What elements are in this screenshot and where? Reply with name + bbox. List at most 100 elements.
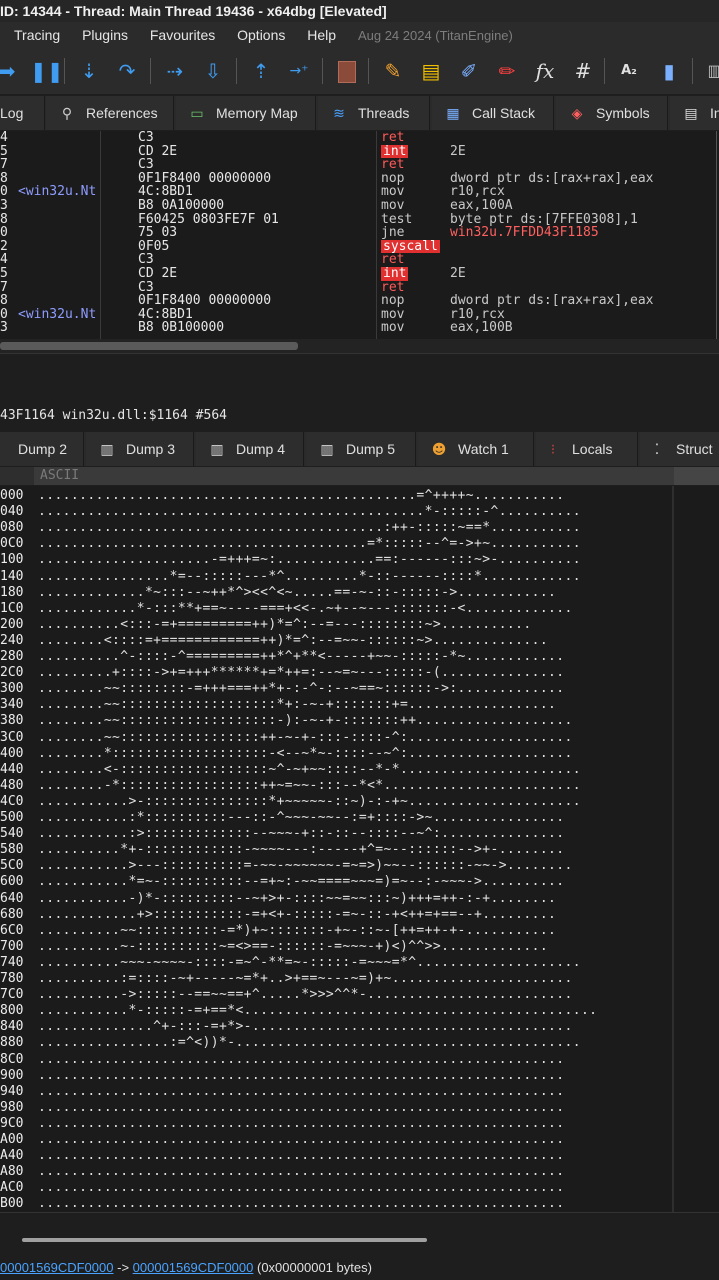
dump-row[interactable]: A80.....................................… bbox=[0, 1164, 719, 1180]
dump-row[interactable]: 500 ...........:*::::::::::---::-^~~~-~~-… bbox=[0, 810, 719, 826]
tab-dump-5[interactable]: ▥ Dump 5 bbox=[306, 432, 416, 466]
dump-row[interactable]: 980.....................................… bbox=[0, 1100, 719, 1116]
disasm-row[interactable]: 2 0F05 syscall bbox=[0, 240, 719, 254]
dump-row[interactable]: 400 ........*:::::::::::::::::::-<--~*~-:… bbox=[0, 746, 719, 762]
dump-row[interactable]: 3C0 ........~~:::::::::::::::::++-~-+-:::… bbox=[0, 730, 719, 746]
dump-row[interactable]: 840 ..............^+-:::-=+*>-...........… bbox=[0, 1019, 719, 1035]
dump-row[interactable]: 380 ........~~:::::::::::::::::::-):-~-+-… bbox=[0, 713, 719, 729]
step-over-icon[interactable]: ↷ bbox=[114, 58, 140, 84]
disasm-row[interactable]: 8 0F1F8400 00000000 nop dword ptr ds:[rax+r… bbox=[0, 294, 719, 308]
disasm-row[interactable]: 8 0F1F8400 00000000 nop dword ptr ds:[rax+r… bbox=[0, 172, 719, 186]
dump-row[interactable]: 200 ..........<:::-=+=========++)*=^:--=-… bbox=[0, 617, 719, 633]
tab-log[interactable]: Log bbox=[0, 96, 45, 130]
dump-row[interactable]: 100 .....................-=+++=~:........… bbox=[0, 552, 719, 568]
dump-row[interactable]: B00.....................................… bbox=[0, 1196, 719, 1212]
font-icon[interactable]: A₂ bbox=[616, 58, 642, 84]
tab-threads[interactable]: ≋ Threads bbox=[318, 96, 430, 130]
dump-row[interactable]: 680 ............+>:::::::::::-=+<+-:::::-… bbox=[0, 907, 719, 923]
dump-row[interactable]: 780 ..........:=::::-~+-----~=*+..>+==~--… bbox=[0, 971, 719, 987]
tab-memory-map[interactable]: ▭ Memory Map bbox=[176, 96, 316, 130]
disasm-row[interactable]: 4 C3 ret bbox=[0, 131, 719, 145]
dump-row[interactable]: 300 ........~~::::::::-=+++===++*+-:-^-:-… bbox=[0, 681, 719, 697]
disasm-row[interactable]: 0 75 03 jne win32u.7FFDD43F1185 bbox=[0, 226, 719, 240]
dump-row[interactable]: 580 ..........*+-::::::::::::-~~~~---:---… bbox=[0, 842, 719, 858]
menu-plugins[interactable]: Plugins bbox=[82, 22, 128, 48]
dump-row[interactable]: 280 ..........^-::::-^=========++*^+**<--… bbox=[0, 649, 719, 665]
menu-help[interactable]: Help bbox=[307, 22, 336, 48]
disasm-row[interactable]: 5 CD 2E int 2E bbox=[0, 267, 719, 281]
memory-dump-view[interactable]: 000.....................................… bbox=[0, 486, 719, 1212]
function-icon[interactable]: fx bbox=[532, 58, 558, 84]
run-icon[interactable]: ➡ bbox=[0, 58, 20, 84]
tab-references[interactable]: ⚲ References bbox=[46, 96, 174, 130]
disasm-row[interactable]: 4 C3 ret bbox=[0, 253, 719, 267]
tab-dump-4[interactable]: ▥ Dump 4 bbox=[196, 432, 304, 466]
run-to-user-code-icon[interactable]: →⁺ bbox=[286, 58, 312, 84]
scrollbar-thumb[interactable] bbox=[0, 342, 298, 350]
dump-row[interactable]: 740 ..........~~~-~~~~-::::-=~^-**=~-::::… bbox=[0, 955, 719, 971]
dump-row[interactable]: 640 ...........-)*-:::::::::--~+>+-::::~~… bbox=[0, 891, 719, 907]
patch-icon[interactable]: ▤ bbox=[418, 58, 444, 84]
dump-row[interactable]: 600 ...........*=~-::::::::::--=+~:-~~===… bbox=[0, 874, 719, 890]
dump-row[interactable]: 240 ........<::::=+============++)*=^:--=… bbox=[0, 633, 719, 649]
dump-row[interactable]: 080.....................................… bbox=[0, 520, 719, 536]
menu-tracing[interactable]: Tracing bbox=[14, 22, 60, 48]
step-into-icon[interactable]: ⇣ bbox=[76, 58, 102, 84]
dump-row[interactable]: 0C0.....................................… bbox=[0, 536, 719, 552]
dump-row[interactable]: 940.....................................… bbox=[0, 1084, 719, 1100]
disasm-row[interactable]: 5 CD 2E int 2E bbox=[0, 145, 719, 159]
disasm-row[interactable]: 0 <win32u.Nt 4C:8BD1 mov r10,rcx bbox=[0, 308, 719, 322]
disassembly-view[interactable]: 4 C3 ret 5 CD 2E int 2E 7 C3 ret 8 0F1F8400 0000000… bbox=[0, 131, 719, 339]
dump-row[interactable]: 800 ...........*-:::::-=+==*<............… bbox=[0, 1003, 719, 1019]
hash-icon[interactable]: # bbox=[570, 58, 596, 84]
dump-row[interactable]: 8C0.....................................… bbox=[0, 1052, 719, 1068]
dump-row[interactable]: 2C0 .........+::::->+=+++******+=*++=:--~… bbox=[0, 665, 719, 681]
dump-row[interactable]: AC0.....................................… bbox=[0, 1180, 719, 1196]
execute-till-return-icon[interactable]: ⇡ bbox=[248, 58, 274, 84]
tab-locals[interactable]: ⁝ Locals bbox=[536, 432, 638, 466]
dump-row[interactable]: 040.....................................… bbox=[0, 504, 719, 520]
comment-icon[interactable]: ✐ bbox=[456, 58, 482, 84]
tab-info[interactable]: ▤ In bbox=[670, 96, 719, 130]
dump-row[interactable]: 140 ................*=--:::::---*^.......… bbox=[0, 569, 719, 585]
disasm-row[interactable]: 8 F60425 0803FE7F 01 test byte ptr ds:[7FFE… bbox=[0, 213, 719, 227]
dump-row[interactable]: 180 .............*~:::--~++*^><<^<~.....=… bbox=[0, 585, 719, 601]
dump-row[interactable]: 5C0 ...........>---::::::::::=-~~-~~~~~~-… bbox=[0, 858, 719, 874]
tab-struct[interactable]: ⁚ Struct bbox=[640, 432, 719, 466]
tab-dump-2[interactable]: Dump 2 bbox=[0, 432, 84, 466]
label-icon[interactable]: ✏ bbox=[494, 58, 520, 84]
dump-horizontal-scrollbar[interactable] bbox=[0, 1212, 719, 1247]
disasm-row[interactable]: 3 B8 0A100000 mov eax,100A bbox=[0, 199, 719, 213]
dump-row[interactable]: 340 ........~~:::::::::::::::::::*+:-~-+:… bbox=[0, 697, 719, 713]
dump-row[interactable]: 000.....................................… bbox=[0, 488, 719, 504]
disasm-row[interactable]: 7 C3 ret bbox=[0, 158, 719, 172]
dump-row[interactable]: 700 ..........~-::::::::::~=<>==-::::::-=… bbox=[0, 939, 719, 955]
dump-row[interactable]: 480 ........-*:::::::::::::::::++~=~~-:::… bbox=[0, 778, 719, 794]
dump-row[interactable]: A00.....................................… bbox=[0, 1132, 719, 1148]
menu-options[interactable]: Options bbox=[237, 22, 285, 48]
status-to-address[interactable]: 000001569CDF0000 bbox=[133, 1260, 254, 1275]
tab-call-stack[interactable]: ▦ Call Stack bbox=[432, 96, 554, 130]
dump-row[interactable]: 9C0.....................................… bbox=[0, 1116, 719, 1132]
dump-row[interactable]: 1C0 ............*-:::**+==~----===+<<-.~+… bbox=[0, 601, 719, 617]
disasm-row[interactable]: 3 B8 0B100000 mov eax,100B bbox=[0, 321, 719, 335]
dump-row[interactable]: 540 ...........:>:::::::::::::--~~~-+::-:… bbox=[0, 826, 719, 842]
highlight-icon[interactable]: ✎ bbox=[380, 58, 406, 84]
dump-row[interactable]: 7C0 ..........->:::::--==~~==+^.....*>>>^… bbox=[0, 987, 719, 1003]
menu-favourites[interactable]: Favourites bbox=[150, 22, 215, 48]
tab-dump-3[interactable]: ▥ Dump 3 bbox=[86, 432, 194, 466]
dump-row[interactable]: 880 ................:=^<))*-.............… bbox=[0, 1035, 719, 1051]
dump-row[interactable]: 900.....................................… bbox=[0, 1068, 719, 1084]
calculator-icon[interactable]: ▥ bbox=[702, 58, 719, 84]
ascii-column-header[interactable]: ASCII bbox=[34, 467, 678, 485]
disasm-row[interactable]: 0 <win32u.Nt 4C:8BD1 mov r10,rcx bbox=[0, 185, 719, 199]
bookmark-icon[interactable]: ▮ bbox=[656, 58, 682, 84]
scylla-icon[interactable] bbox=[334, 58, 360, 84]
trace-into-icon[interactable]: ⇢ bbox=[162, 58, 188, 84]
dump-row[interactable]: 6C0 ..........~~::::::::::-=*)+~:::::::-+… bbox=[0, 923, 719, 939]
dump-row[interactable]: 440 ........<-::::::::::::::::::~^-~+~~::… bbox=[0, 762, 719, 778]
trace-over-icon[interactable]: ⇩ bbox=[200, 58, 226, 84]
disasm-horizontal-scrollbar[interactable] bbox=[0, 339, 719, 353]
scrollbar-thumb[interactable] bbox=[22, 1238, 427, 1242]
status-from-address[interactable]: 00001569CDF0000 bbox=[0, 1260, 113, 1275]
